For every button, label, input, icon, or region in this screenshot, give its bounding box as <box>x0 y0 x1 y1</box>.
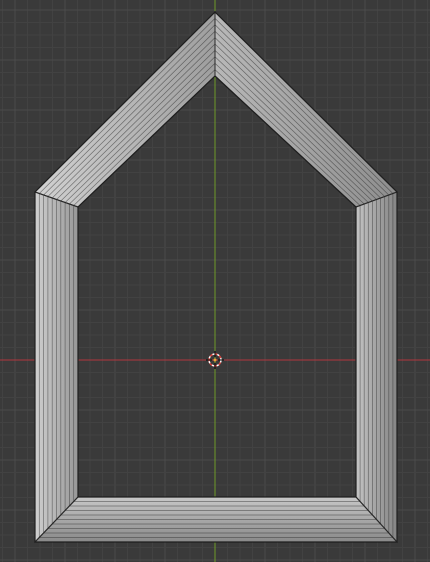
3d-viewport[interactable] <box>0 0 430 562</box>
